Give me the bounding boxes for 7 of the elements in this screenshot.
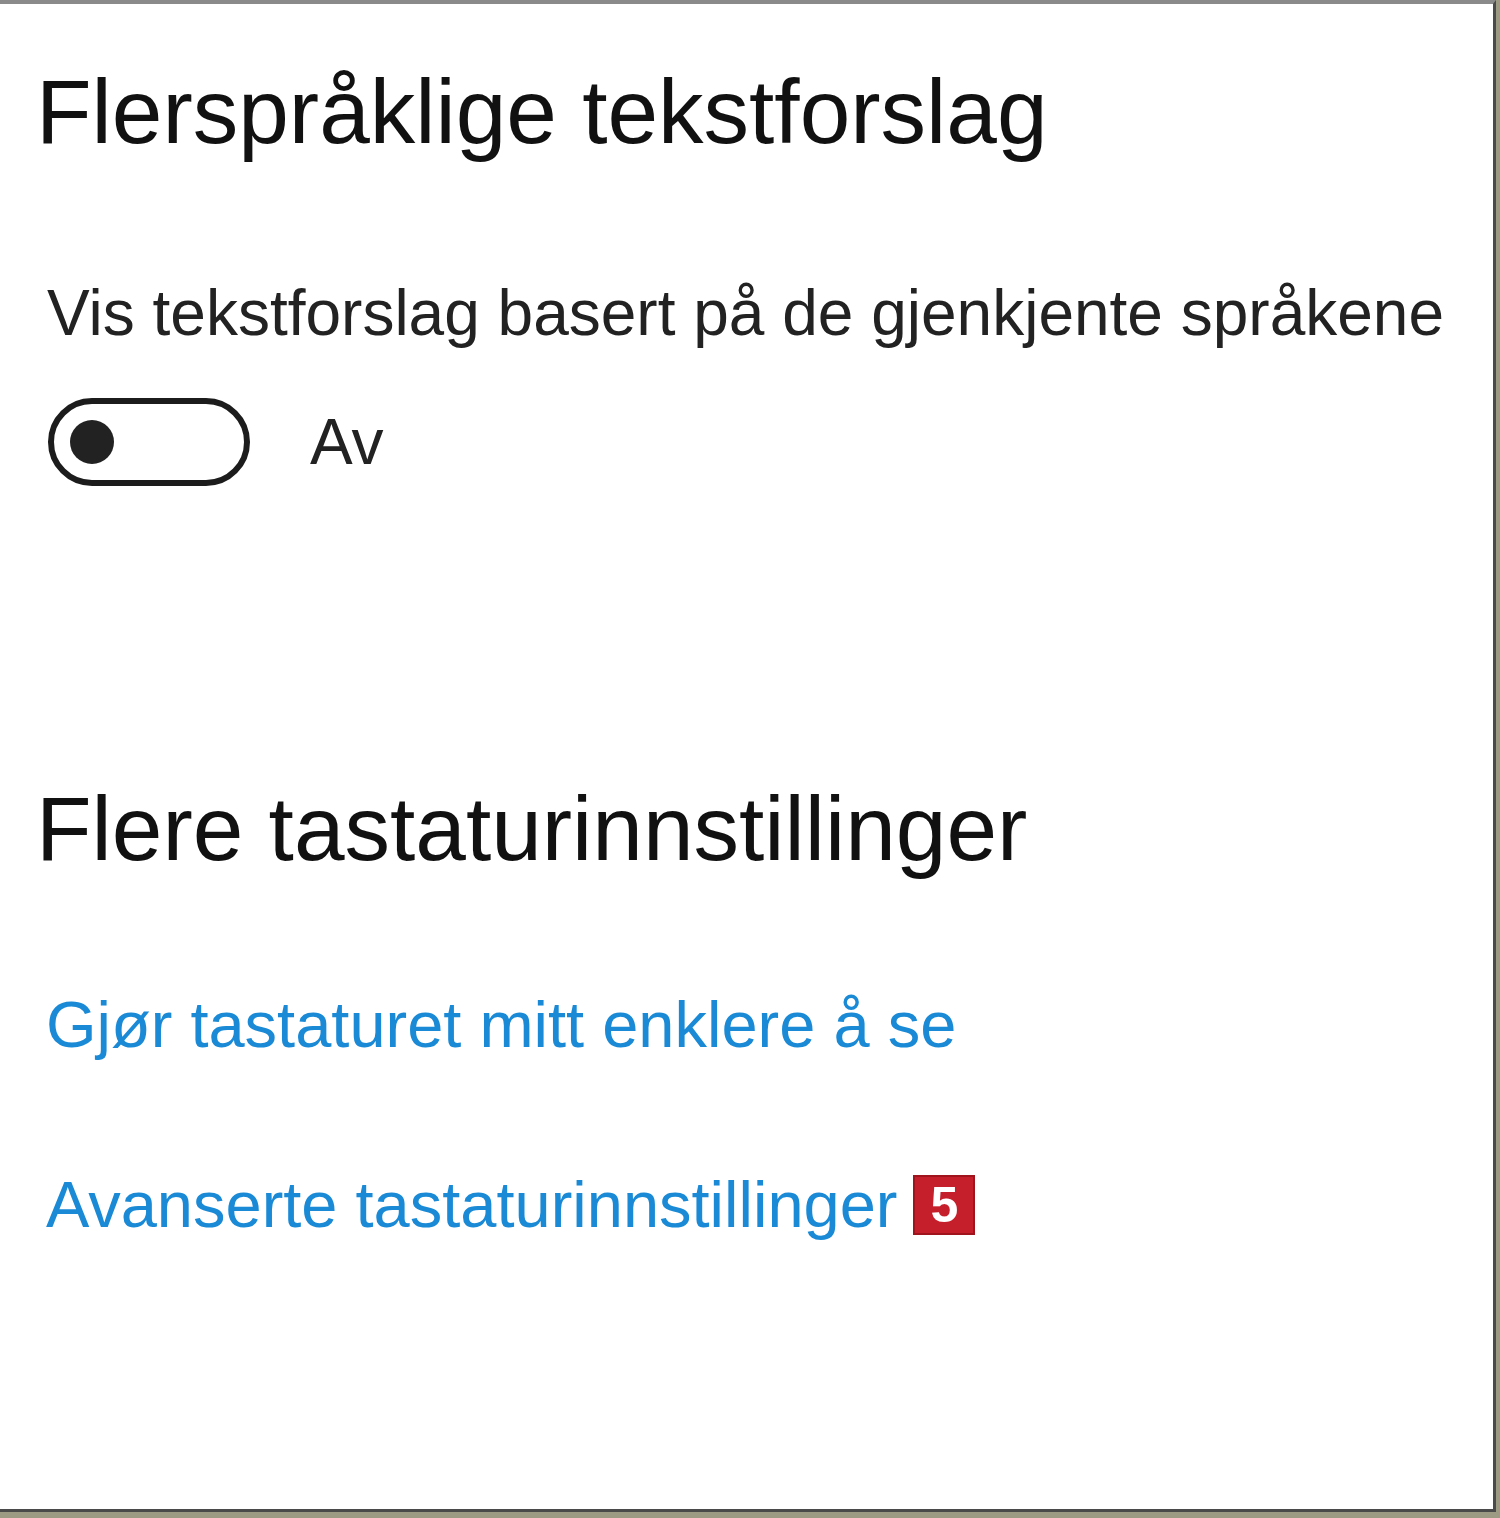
toggle-state-label: Av [310, 404, 384, 480]
setting-description: Vis tekstforslag basert på de gjenkjente språkene [47, 276, 1444, 352]
number-badge: 5 [913, 1175, 976, 1236]
settings-link[interactable]: Gjør tastaturet mitt enklere å se [46, 986, 957, 1065]
section-heading: Flerspråklige tekstforslag [36, 60, 1048, 164]
section-heading: Flere tastaturinnstillinger [36, 777, 1028, 881]
settings-link[interactable]: Avanserte tastaturinnstillinger [46, 1166, 898, 1245]
